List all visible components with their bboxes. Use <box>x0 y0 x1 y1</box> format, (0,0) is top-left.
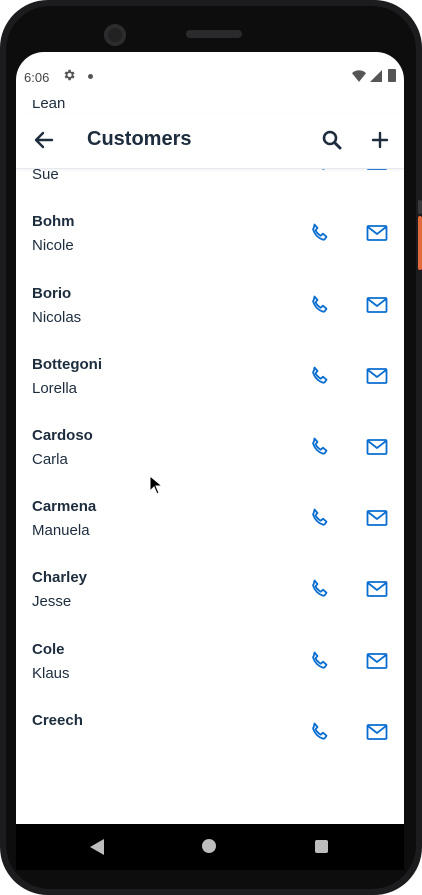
phone-icon[interactable] <box>308 577 332 601</box>
customer-first-name: Leah <box>32 100 66 112</box>
customer-row[interactable]: Cardoso Carla <box>16 427 404 498</box>
phone-icon[interactable] <box>308 293 332 317</box>
phone-icon[interactable] <box>308 720 332 744</box>
battery-icon <box>388 69 396 82</box>
customer-last-name: Cardoso <box>32 427 93 444</box>
mail-icon[interactable] <box>365 364 389 388</box>
system-nav-bar <box>16 824 404 870</box>
customer-first-name: Klaus <box>32 664 70 682</box>
customer-row[interactable]: Bottegoni Lorella <box>16 356 404 427</box>
customer-first-name: Manuela <box>32 522 90 540</box>
mail-icon[interactable] <box>365 293 389 317</box>
side-button <box>418 200 422 214</box>
customer-last-name: Creech <box>32 711 83 729</box>
customer-first-name: Nicolas <box>32 308 82 326</box>
customer-row[interactable]: Bohm Nicole <box>16 213 404 284</box>
arrow-back-icon[interactable] <box>32 128 56 152</box>
customer-list[interactable]: Aachen Leah Bay Sue Bohm Nicole Borio Ni… <box>16 100 404 824</box>
customer-row[interactable]: Carmena Manuela <box>16 498 404 569</box>
customer-first-name: Carla <box>32 451 68 468</box>
customer-row[interactable]: Charley Jesse <box>16 569 404 640</box>
mouse-cursor-icon <box>149 474 164 499</box>
screen: 6:06 Aachen Leah Bay Sue <box>16 52 404 824</box>
app-bar: Customers <box>16 114 404 169</box>
customer-row[interactable]: Creech <box>16 712 404 783</box>
customer-row[interactable]: Borio Nicolas <box>16 285 404 356</box>
wifi-icon <box>352 70 366 85</box>
mail-icon[interactable] <box>365 221 389 245</box>
customer-first-name: Nicole <box>32 237 74 255</box>
customer-last-name: Charley <box>32 569 88 587</box>
phone-icon[interactable] <box>308 221 332 245</box>
add-icon[interactable] <box>368 128 392 152</box>
signal-icon <box>370 70 382 85</box>
mail-icon[interactable] <box>365 100 389 103</box>
nav-recents-icon[interactable] <box>315 840 328 853</box>
customer-last-name: Cole <box>32 640 65 658</box>
mail-icon[interactable] <box>365 649 389 673</box>
customer-last-name: Carmena <box>32 498 97 516</box>
mail-icon[interactable] <box>365 435 389 459</box>
phone-icon[interactable] <box>308 435 332 459</box>
phone-icon[interactable] <box>308 364 332 388</box>
customer-row[interactable]: Cole Klaus <box>16 641 404 712</box>
gear-icon <box>62 68 76 85</box>
nav-home-icon[interactable] <box>202 839 216 853</box>
customer-first-name: Jesse <box>32 593 72 611</box>
phone-icon[interactable] <box>308 100 332 103</box>
phone-icon[interactable] <box>308 506 332 530</box>
mail-icon[interactable] <box>365 720 389 744</box>
customer-last-name: Borio <box>32 284 72 302</box>
customer-last-name: Bohm <box>32 213 75 231</box>
volume-button <box>418 216 422 270</box>
mail-icon[interactable] <box>365 577 389 601</box>
status-bar: 6:06 <box>16 52 404 100</box>
mail-icon[interactable] <box>365 506 389 530</box>
status-time: 6:06 <box>24 70 50 85</box>
search-icon[interactable] <box>320 128 344 152</box>
customer-first-name: Lorella <box>32 379 78 397</box>
speaker-grille <box>186 30 242 38</box>
notification-dot <box>88 74 93 79</box>
customer-last-name: Bottegoni <box>32 355 102 373</box>
device-frame: 6:06 Aachen Leah Bay Sue <box>0 0 422 895</box>
page-title: Customers <box>87 128 192 150</box>
nav-back-icon[interactable] <box>90 839 104 860</box>
camera-icon <box>104 24 126 46</box>
phone-icon[interactable] <box>308 649 332 673</box>
